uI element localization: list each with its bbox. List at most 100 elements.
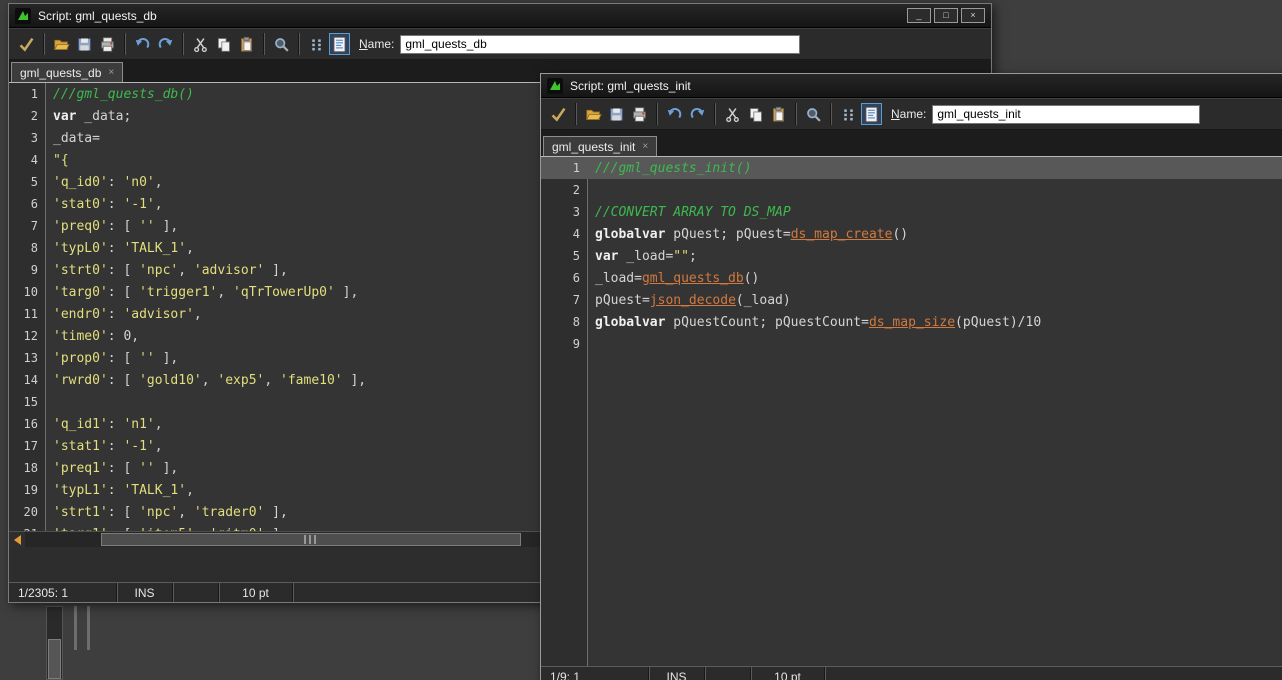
code-text: 'endr0': 'advisor',: [45, 307, 202, 322]
line-number: 1: [541, 157, 587, 179]
code-text: 'time0': 0,: [45, 329, 139, 344]
line-number: 6: [9, 193, 45, 215]
save-icon[interactable]: [606, 103, 627, 125]
code-text: 'rwrd0': [ 'gold10', 'exp5', 'fame10' ],: [45, 373, 366, 388]
code-text: 'prop0': [ '' ],: [45, 351, 178, 366]
code-text: //CONVERT ARRAY TO DS_MAP: [587, 205, 791, 220]
line-number: 2: [9, 105, 45, 127]
code-text: globalvar pQuestCount; pQuestCount=ds_ma…: [587, 315, 1041, 330]
tab-close-icon[interactable]: ×: [642, 142, 648, 152]
titlebar[interactable]: Script: gml_quests_db _ □ ×: [9, 4, 991, 28]
code-text: ///gml_quests_init(): [587, 161, 752, 176]
maximize-button[interactable]: □: [934, 8, 958, 23]
code-line-6[interactable]: 6_load=gml_quests_db(): [541, 267, 1282, 289]
background-divider-line: [74, 606, 77, 650]
save-icon[interactable]: [74, 33, 95, 55]
code-line-8[interactable]: 8globalvar pQuestCount; pQuestCount=ds_m…: [541, 311, 1282, 333]
status-spacer: [705, 667, 751, 680]
code-line-2[interactable]: 2: [541, 179, 1282, 201]
window-gml-quests-init[interactable]: Script: gml_quests_init Name: gml_quests…: [540, 73, 1282, 680]
code-text: 'q_id1': 'n1',: [45, 417, 163, 432]
code-text: 'strt0': [ 'npc', 'advisor' ],: [45, 263, 288, 278]
code-line-1[interactable]: 1///gml_quests_init(): [541, 157, 1282, 179]
line-number: 3: [541, 201, 587, 223]
script-name-input[interactable]: [932, 105, 1200, 124]
ok-icon[interactable]: [548, 103, 569, 125]
status-filler: [825, 667, 1282, 680]
cut-icon[interactable]: [722, 103, 743, 125]
minimize-button[interactable]: _: [907, 8, 931, 23]
background-vertical-scrollbar[interactable]: [46, 606, 63, 680]
copy-icon[interactable]: [213, 33, 234, 55]
titlebar[interactable]: Script: gml_quests_init: [541, 74, 1282, 98]
print-icon[interactable]: [629, 103, 650, 125]
ok-icon[interactable]: [16, 33, 37, 55]
paste-icon[interactable]: [768, 103, 789, 125]
close-button[interactable]: ×: [961, 8, 985, 23]
toolbar-separator: [795, 103, 797, 125]
open-icon[interactable]: [51, 33, 72, 55]
gamemaker-icon: [547, 78, 563, 94]
line-number: 21: [9, 523, 45, 531]
redo-icon[interactable]: [155, 33, 176, 55]
undo-icon[interactable]: [664, 103, 685, 125]
code-text: ///gml_quests_db(): [45, 87, 194, 102]
line-number: 12: [9, 325, 45, 347]
redo-icon[interactable]: [687, 103, 708, 125]
code-line-3[interactable]: 3//CONVERT ARRAY TO DS_MAP: [541, 201, 1282, 223]
open-icon[interactable]: [583, 103, 604, 125]
script-icon[interactable]: [329, 33, 350, 55]
background-divider-line: [87, 606, 90, 650]
search-icon[interactable]: [803, 103, 824, 125]
code-text: 'typL0': 'TALK_1',: [45, 241, 194, 256]
toolbar-separator: [656, 103, 658, 125]
code-editor[interactable]: 1///gml_quests_init()23//CONVERT ARRAY T…: [541, 156, 1282, 666]
scroll-left-arrow-icon[interactable]: [9, 532, 25, 547]
script-icon[interactable]: [861, 103, 882, 125]
cut-icon[interactable]: [190, 33, 211, 55]
code-text: 'strt1': [ 'npc', 'trader0' ],: [45, 505, 288, 520]
status-font-size: 10 pt: [751, 667, 825, 680]
name-label: Name:: [359, 37, 394, 51]
code-line-4[interactable]: 4globalvar pQuest; pQuest=ds_map_create(…: [541, 223, 1282, 245]
undo-icon[interactable]: [132, 33, 153, 55]
line-numbers-icon[interactable]: [838, 103, 859, 125]
tab-close-icon[interactable]: ×: [108, 68, 114, 78]
code-text: 'preq1': [ '' ],: [45, 461, 178, 476]
code-text: [587, 337, 595, 352]
line-number: 16: [9, 413, 45, 435]
tab-gml-quests-db[interactable]: gml_quests_db ×: [11, 62, 123, 82]
background-scrollbar-thumb[interactable]: [48, 639, 61, 679]
line-number: 2: [541, 179, 587, 201]
toolbar-separator: [124, 33, 126, 55]
code-line-9[interactable]: 9: [541, 333, 1282, 355]
line-number: 7: [541, 289, 587, 311]
code-line-7[interactable]: 7pQuest=json_decode(_load): [541, 289, 1282, 311]
search-icon[interactable]: [271, 33, 292, 55]
code-text: [587, 183, 595, 198]
tab-label: gml_quests_db: [20, 66, 101, 80]
print-icon[interactable]: [97, 33, 118, 55]
line-number: 5: [541, 245, 587, 267]
tab-gml-quests-init[interactable]: gml_quests_init ×: [543, 136, 657, 156]
code-text: var _data;: [45, 109, 131, 124]
status-cursor-position: 1/9: 1: [541, 667, 649, 680]
line-number: 4: [541, 223, 587, 245]
code-text: [45, 395, 53, 410]
gamemaker-icon: [15, 8, 31, 24]
line-number: 9: [9, 259, 45, 281]
scrollbar-thumb[interactable]: [101, 533, 521, 546]
line-number: 7: [9, 215, 45, 237]
line-number: 6: [541, 267, 587, 289]
line-number: 13: [9, 347, 45, 369]
paste-icon[interactable]: [236, 33, 257, 55]
code-text: 'stat0': '-1',: [45, 197, 163, 212]
window-controls: _ □ ×: [907, 8, 985, 23]
toolbar-separator: [298, 33, 300, 55]
line-number: 1: [9, 83, 45, 105]
script-name-input[interactable]: [400, 35, 800, 54]
code-line-5[interactable]: 5var _load="";: [541, 245, 1282, 267]
toolbar-icons: [15, 33, 351, 55]
copy-icon[interactable]: [745, 103, 766, 125]
line-numbers-icon[interactable]: [306, 33, 327, 55]
